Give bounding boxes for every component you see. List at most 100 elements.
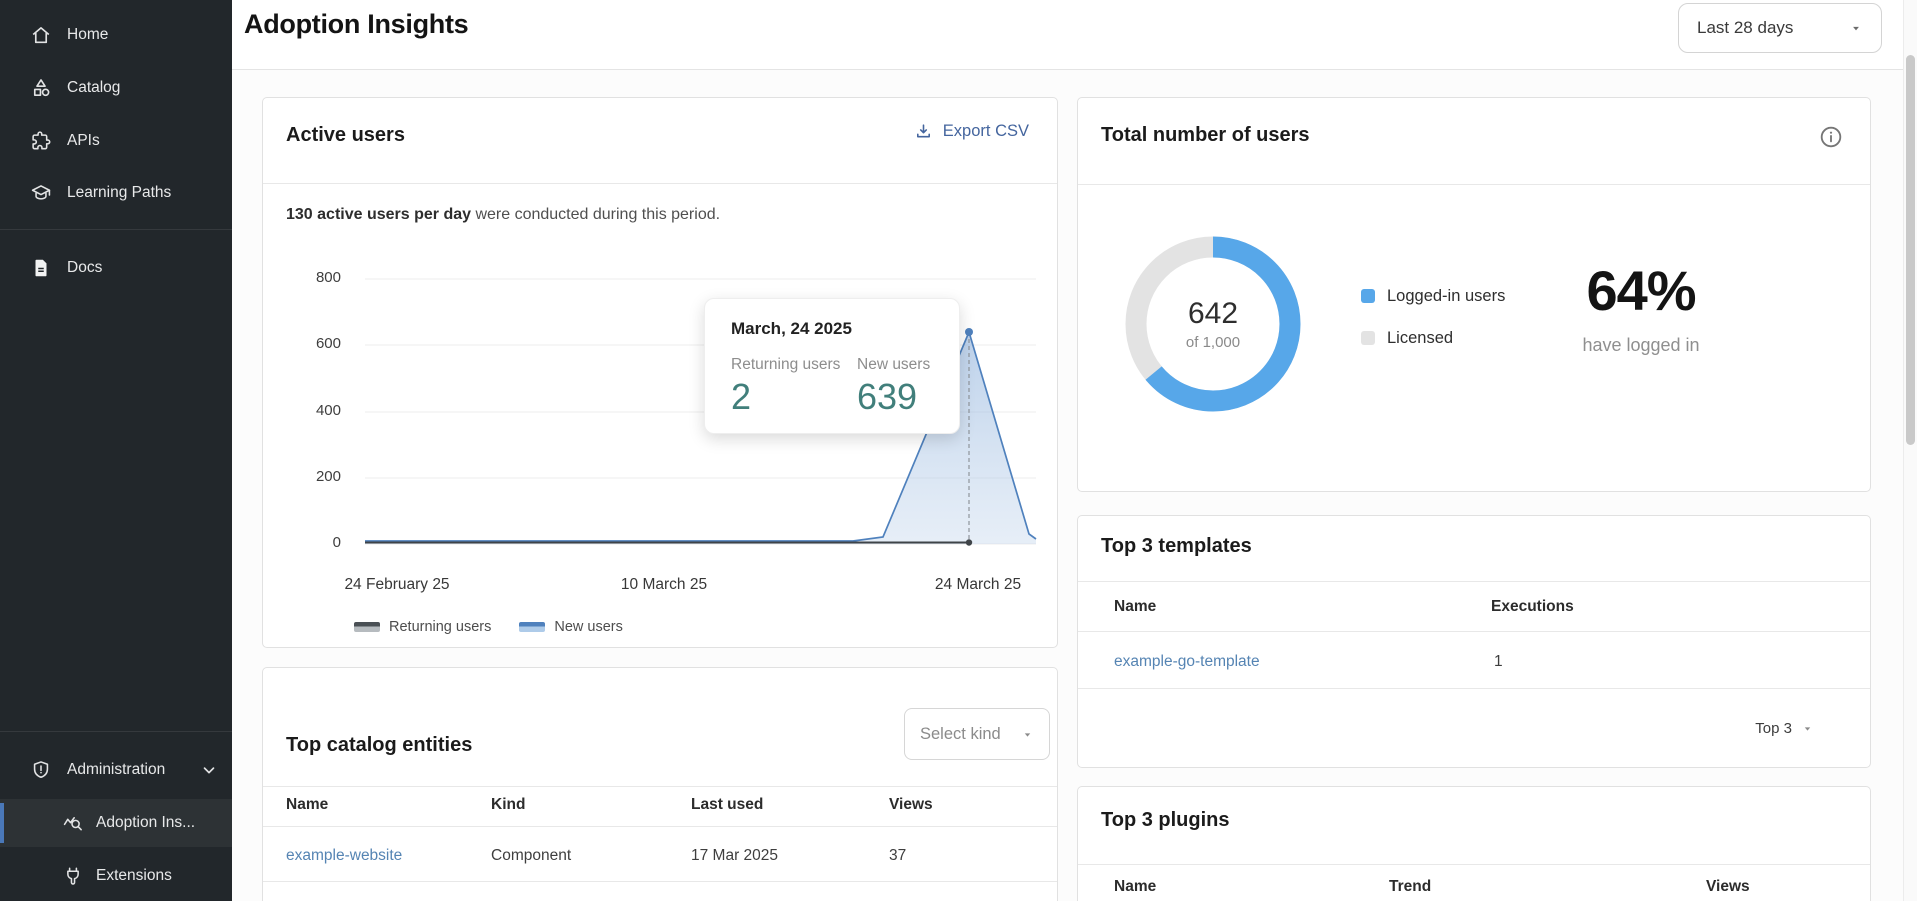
- total-users-card: Total number of users 642 of 1,000 Logge…: [1077, 97, 1871, 492]
- legend-label: Licensed: [1387, 329, 1453, 348]
- entity-kind: Component: [491, 847, 571, 865]
- school-icon: [30, 182, 52, 204]
- rows-per-page-select[interactable]: Top 3: [1755, 720, 1814, 737]
- card-divider: [263, 183, 1057, 184]
- card-title: Top 3 templates: [1101, 535, 1252, 558]
- page-title: Adoption Insights: [244, 9, 468, 40]
- legend-label: New users: [554, 619, 623, 635]
- tooltip-returning-label: Returning users: [731, 356, 840, 374]
- info-icon[interactable]: [1818, 124, 1844, 150]
- column-header-name: Name: [1114, 598, 1156, 616]
- donut-legend: Logged-in users Licensed: [1361, 286, 1505, 348]
- sidebar-item-label: Extensions: [96, 867, 172, 885]
- caret-down-icon: [1801, 722, 1814, 735]
- card-title: Top 3 plugins: [1101, 809, 1230, 832]
- total-users-donut-chart: 642 of 1,000: [1118, 229, 1308, 419]
- summary-strong: 130 active users per day: [286, 206, 471, 223]
- rows-per-page-value: Top 3: [1755, 720, 1792, 737]
- sidebar-item-label: Adoption Ins...: [96, 814, 195, 832]
- x-axis-tick: 10 March 25: [621, 576, 707, 594]
- legend-label: Returning users: [389, 619, 491, 635]
- sidebar-item-home[interactable]: Home: [0, 11, 232, 59]
- plug-icon: [62, 865, 84, 887]
- app-root: Home Catalog APIs Learning Paths Docs Ad…: [0, 0, 1917, 901]
- table-divider: [263, 881, 1057, 882]
- returning-users-point: [966, 539, 972, 545]
- legend-swatch-new: [519, 622, 545, 632]
- caret-down-icon: [1849, 21, 1863, 35]
- card-divider: [1078, 184, 1870, 185]
- summary-rest: were conducted during this period.: [471, 206, 720, 223]
- x-axis-tick: 24 March 25: [935, 576, 1021, 594]
- percent-value: 64%: [1541, 258, 1741, 323]
- download-icon: [914, 122, 933, 141]
- sidebar-item-administration[interactable]: Administration: [0, 746, 232, 794]
- donut-value: 642: [1188, 297, 1238, 331]
- export-csv-label: Export CSV: [943, 122, 1029, 141]
- card-divider: [1078, 581, 1870, 582]
- column-header-trend: Trend: [1389, 878, 1431, 896]
- card-title: Active users: [286, 124, 405, 147]
- sidebar-item-label: APIs: [67, 132, 100, 150]
- legend-swatch-licensed: [1361, 331, 1375, 345]
- legend-swatch-returning: [354, 622, 380, 632]
- percent-caption: have logged in: [1541, 335, 1741, 356]
- legend-label: Logged-in users: [1387, 287, 1505, 306]
- legend-item-new: New users: [519, 619, 623, 635]
- sidebar-section-label: Administration: [67, 761, 165, 779]
- legend-item-logged-in: Logged-in users: [1361, 286, 1505, 306]
- sidebar-item-label: Docs: [67, 259, 102, 277]
- template-link[interactable]: example-go-template: [1114, 653, 1260, 671]
- sidebar-item-learning-paths[interactable]: Learning Paths: [0, 169, 232, 217]
- top-templates-card: Top 3 templates Name Executions example-…: [1077, 515, 1871, 768]
- sidebar-item-label: Home: [67, 26, 108, 44]
- card-title: Top catalog entities: [286, 734, 472, 757]
- sidebar-item-docs[interactable]: Docs: [0, 244, 232, 292]
- chart-tooltip: March, 24 2025 Returning users New users…: [704, 298, 960, 434]
- template-executions: 1: [1494, 653, 1503, 671]
- x-axis-tick: 24 February 25: [344, 576, 449, 594]
- entity-link[interactable]: example-website: [286, 847, 402, 865]
- card-title: Total number of users: [1101, 124, 1310, 147]
- column-header-executions: Executions: [1491, 598, 1574, 616]
- active-users-card: Active users Export CSV 130 active users…: [262, 97, 1058, 648]
- card-divider: [1078, 864, 1870, 865]
- sidebar-item-apis[interactable]: APIs: [0, 117, 232, 165]
- donut-subvalue: of 1,000: [1186, 334, 1240, 351]
- chart-legend: Returning users New users: [354, 619, 623, 635]
- sidebar-item-label: Learning Paths: [67, 184, 171, 202]
- column-header-views: Views: [889, 796, 933, 814]
- legend-item-licensed: Licensed: [1361, 328, 1505, 348]
- table-divider: [263, 826, 1057, 827]
- tooltip-new-label: New users: [857, 356, 930, 374]
- top-catalog-entities-card: Top catalog entities Select kind Name Ki…: [262, 667, 1058, 901]
- percent-block: 64% have logged in: [1541, 258, 1741, 356]
- tooltip-returning-value: 2: [731, 376, 751, 418]
- table-divider: [1078, 688, 1870, 689]
- export-csv-button[interactable]: Export CSV: [914, 122, 1029, 141]
- chevron-down-icon: [200, 761, 218, 779]
- scrollbar-thumb[interactable]: [1906, 55, 1915, 445]
- top-plugins-card: Top 3 plugins Name Trend Views: [1077, 786, 1871, 901]
- column-header-kind: Kind: [491, 796, 525, 814]
- sidebar-item-label: Catalog: [67, 79, 120, 97]
- kind-select[interactable]: Select kind: [904, 708, 1050, 760]
- card-divider: [263, 786, 1057, 787]
- column-header-last-used: Last used: [691, 796, 763, 814]
- active-indicator: [0, 803, 4, 843]
- tooltip-date: March, 24 2025: [731, 319, 852, 339]
- legend-swatch-logged-in: [1361, 289, 1375, 303]
- date-range-value: Last 28 days: [1697, 18, 1793, 38]
- entity-views: 37: [889, 847, 906, 865]
- table-divider: [1078, 631, 1870, 632]
- main-content: Adoption Insights Last 28 days Active us…: [232, 0, 1917, 901]
- extension-icon: [30, 130, 52, 152]
- sidebar-item-catalog[interactable]: Catalog: [0, 64, 232, 112]
- shield-alert-icon: [30, 759, 52, 781]
- legend-item-returning: Returning users: [354, 619, 491, 635]
- sidebar-item-adoption-insights[interactable]: Adoption Ins...: [0, 799, 232, 847]
- query-stats-icon: [62, 812, 84, 834]
- sidebar-divider: [0, 731, 232, 732]
- date-range-select[interactable]: Last 28 days: [1678, 3, 1882, 53]
- sidebar-item-extensions[interactable]: Extensions: [0, 852, 232, 900]
